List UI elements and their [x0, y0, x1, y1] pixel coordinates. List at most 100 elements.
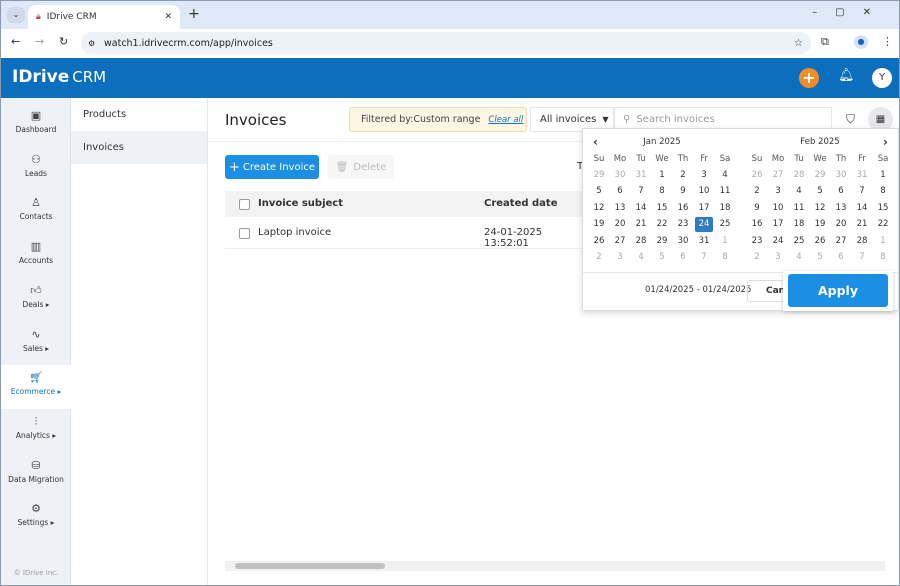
calendar-day[interactable]: 25: [716, 217, 734, 232]
calendar-day[interactable]: 10: [769, 201, 787, 216]
calendar-day[interactable]: 29: [590, 168, 608, 183]
submenu-item-invoices[interactable]: Invoices: [71, 131, 207, 164]
url-field[interactable]: ⚙ watch1.idrivecrm.com/app/invoices ☆: [81, 32, 811, 54]
calendar-day[interactable]: 19: [811, 217, 829, 232]
calendar-day[interactable]: 27: [611, 234, 629, 249]
sidebar-item-settings[interactable]: ⚙ Settings ▸: [1, 496, 71, 540]
calendar-day[interactable]: 2: [748, 250, 766, 265]
calendar-day[interactable]: 8: [716, 250, 734, 265]
calendar-day[interactable]: 1: [874, 168, 892, 183]
calendar-day[interactable]: 14: [853, 201, 871, 216]
avatar[interactable]: Y: [872, 68, 892, 88]
calendar-day[interactable]: 8: [874, 184, 892, 199]
close-tab-icon[interactable]: ✕: [164, 12, 172, 22]
calendar-day[interactable]: 13: [611, 201, 629, 216]
calendar-day[interactable]: 18: [716, 201, 734, 216]
browser-tab[interactable]: 🔒︎ IDrive CRM ✕: [28, 5, 180, 29]
calendar-day[interactable]: 12: [811, 201, 829, 216]
sidebar-item-sales[interactable]: ∿ Sales ▸: [1, 322, 71, 366]
calendar-day[interactable]: 25: [790, 234, 808, 249]
sidebar-item-deals[interactable]: 👍︎ Deals ▸: [1, 278, 71, 322]
calendar-day[interactable]: 5: [590, 184, 608, 199]
column-invoice-subject[interactable]: Invoice subject: [258, 198, 343, 209]
calendar-day[interactable]: 19: [590, 217, 608, 232]
calendar-day[interactable]: 7: [695, 250, 713, 265]
calendar-day[interactable]: 16: [748, 217, 766, 232]
site-info-icon[interactable]: ⚙: [88, 39, 95, 48]
calendar-day[interactable]: 29: [653, 234, 671, 249]
calendar-day[interactable]: 27: [832, 234, 850, 249]
submenu-item-products[interactable]: Products: [71, 98, 207, 131]
calendar-day[interactable]: 23: [748, 234, 766, 249]
reload-icon[interactable]: ↻: [59, 35, 68, 48]
calendar-day[interactable]: 29: [811, 168, 829, 183]
calendar-day[interactable]: 31: [632, 168, 650, 183]
calendar-day[interactable]: 8: [874, 250, 892, 265]
calendar-day[interactable]: 20: [611, 217, 629, 232]
calendar-day[interactable]: 28: [632, 234, 650, 249]
apply-button[interactable]: Apply: [788, 274, 888, 307]
calendar-day[interactable]: 22: [874, 217, 892, 232]
table-row[interactable]: Laptop invoice 24-01-2025 13:52:01: [225, 217, 585, 249]
calendar-day[interactable]: 9: [748, 201, 766, 216]
calendar-day[interactable]: 6: [832, 184, 850, 199]
sidebar-item-leads[interactable]: ⚇ Leads: [1, 147, 71, 191]
calendar-day[interactable]: 28: [853, 234, 871, 249]
calendar-day[interactable]: 30: [674, 234, 692, 249]
sidebar-item-ecommerce[interactable]: 🛒︎ Ecommerce ▸: [1, 365, 71, 410]
calendar-day[interactable]: 31: [695, 234, 713, 249]
calendar-day[interactable]: 5: [653, 250, 671, 265]
calendar-day[interactable]: 17: [769, 217, 787, 232]
calendar-day[interactable]: 22: [653, 217, 671, 232]
calendar-day[interactable]: 11: [716, 184, 734, 199]
filter-icon[interactable]: ⛉: [846, 112, 855, 127]
selected-day[interactable]: 24: [695, 217, 713, 233]
calendar-day[interactable]: 5: [811, 184, 829, 199]
calendar-day[interactable]: 3: [769, 184, 787, 199]
window-controls[interactable]: –▢✕: [812, 7, 889, 18]
calendar-day[interactable]: 8: [653, 184, 671, 199]
calendar-day[interactable]: 6: [611, 184, 629, 199]
bookmark-icon[interactable]: ☆: [794, 38, 803, 49]
horizontal-scrollbar[interactable]: [225, 561, 885, 571]
calendar-day[interactable]: 4: [632, 250, 650, 265]
calendar-day[interactable]: 2: [674, 168, 692, 183]
calendar-day[interactable]: 18: [790, 217, 808, 232]
calendar-day[interactable]: 5: [811, 250, 829, 265]
sidebar-item-analytics[interactable]: ⫶ Analytics ▸: [1, 409, 71, 453]
calendar-day[interactable]: 1: [716, 234, 734, 249]
scrollbar-thumb[interactable]: [235, 563, 385, 569]
calendar-day[interactable]: 3: [769, 250, 787, 265]
calendar-day[interactable]: 30: [611, 168, 629, 183]
profile-icon[interactable]: ●: [854, 35, 868, 49]
calendar-day[interactable]: 23: [674, 217, 692, 232]
calendar-day[interactable]: 28: [790, 168, 808, 183]
sidebar-item-accounts[interactable]: ▥ Accounts: [1, 234, 71, 278]
delete-button[interactable]: 🗑︎ Delete: [328, 155, 394, 179]
calendar-day[interactable]: 15: [874, 201, 892, 216]
calendar-day[interactable]: 9: [674, 184, 692, 199]
calendar-day[interactable]: 26: [811, 234, 829, 249]
sidebar-item-dashboard[interactable]: ▣ Dashboard: [1, 103, 71, 147]
calendar-day[interactable]: 21: [853, 217, 871, 232]
notifications-icon[interactable]: 🔔︎: [838, 68, 855, 83]
calendar-day[interactable]: 10: [695, 184, 713, 199]
calendar-day[interactable]: 21: [632, 217, 650, 232]
invoice-subject[interactable]: Laptop invoice: [258, 227, 331, 238]
calendar-day[interactable]: 6: [674, 250, 692, 265]
new-tab-button[interactable]: +: [188, 6, 200, 22]
calendar-day[interactable]: 31: [853, 168, 871, 183]
sidebar-item-data-migration[interactable]: ⛁ Data Migration: [1, 453, 71, 497]
calendar-day[interactable]: 1: [653, 168, 671, 183]
logo[interactable]: IDrive CRM: [12, 67, 106, 87]
clear-all-link[interactable]: Clear all: [488, 115, 523, 125]
calendar-day[interactable]: 4: [790, 250, 808, 265]
calendar-day[interactable]: 12: [590, 201, 608, 216]
tab-list-button[interactable]: ⌄: [7, 7, 25, 23]
calendar-day[interactable]: 4: [716, 168, 734, 183]
create-invoice-button[interactable]: + Create Invoice: [225, 155, 319, 179]
calendar-day[interactable]: 15: [653, 201, 671, 216]
extensions-icon[interactable]: ⧉: [821, 35, 829, 49]
calendar-day[interactable]: 13: [832, 201, 850, 216]
calendar-day[interactable]: 27: [769, 168, 787, 183]
